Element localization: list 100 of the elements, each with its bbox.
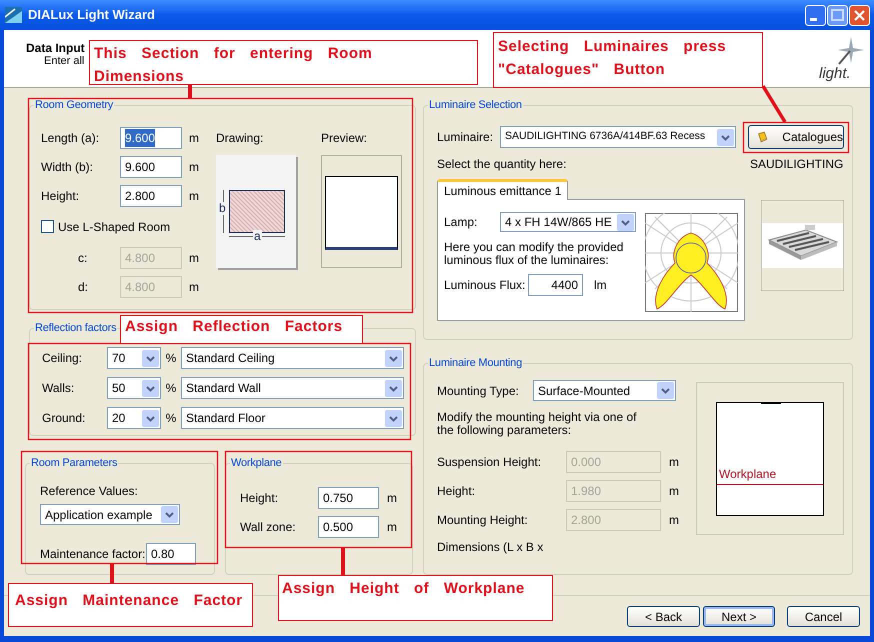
chevron-down-icon xyxy=(385,380,402,396)
unit-label: m xyxy=(189,158,199,176)
wizard-button[interactable]: < Back xyxy=(627,606,700,627)
close-icon[interactable] xyxy=(849,4,870,26)
field-label: Ground: xyxy=(42,410,86,427)
chevron-down-icon xyxy=(142,410,159,426)
unit-label: m xyxy=(189,188,199,204)
dropdown[interactable]: 20 xyxy=(107,407,161,429)
dropdown[interactable]: 50 xyxy=(107,377,161,399)
leader-line xyxy=(762,85,786,123)
group-title: Room Geometry xyxy=(34,98,114,112)
tab[interactable]: Luminous emittance 1 xyxy=(437,179,568,200)
window-title: DIALux Light Wizard xyxy=(28,6,155,24)
field-label: c: xyxy=(77,250,88,266)
field-label: Maintenance factor: xyxy=(40,546,146,563)
dropdown[interactable]: 4 x FH 14W/865 HE xyxy=(500,212,636,232)
field-label: Suspension Height: xyxy=(437,454,542,470)
input-field[interactable]: 0.80 xyxy=(146,543,196,565)
dropdown[interactable]: Standard Wall xyxy=(181,377,404,399)
field-label: Length (a): xyxy=(41,130,100,146)
annotation-callout: Assign Height of Workplane xyxy=(278,575,553,621)
input-field[interactable]: 9.600 xyxy=(120,156,182,178)
field-label: Height: xyxy=(41,188,80,204)
unit-label: m xyxy=(189,278,199,296)
field-label: Height: xyxy=(240,490,280,506)
input-field[interactable]: 2.800 xyxy=(120,184,182,206)
unit-label: m xyxy=(387,518,397,536)
field-label: Luminaire: xyxy=(437,129,494,146)
annotation-callout: Selecting Luminaires press "Catalogues" Button xyxy=(493,32,763,88)
group-title: Workplane xyxy=(230,456,283,470)
wizard-button[interactable]: Cancel xyxy=(787,606,860,627)
field-label: Dimensions (L x B x xyxy=(437,539,544,556)
field-label: Walls: xyxy=(42,380,76,397)
wizard-button[interactable]: Next > xyxy=(703,606,775,627)
workplane-label: Workplane xyxy=(719,468,776,481)
input-field[interactable]: 4400 xyxy=(528,274,583,296)
input-field[interactable]: 9.600 xyxy=(120,126,182,148)
unit-label: m xyxy=(669,512,679,528)
minimize-icon[interactable] xyxy=(805,4,826,26)
chevron-down-icon xyxy=(385,350,402,366)
field-label: Wall zone: xyxy=(240,518,297,536)
dimension-label: a xyxy=(253,230,262,243)
dimension-label: b xyxy=(219,202,226,215)
dimension-line xyxy=(229,236,285,237)
catalogues-button[interactable]: Catalogues xyxy=(748,125,844,149)
field-label: Mounting Type: xyxy=(437,382,520,400)
annotation-callout: This Section for entering Room Dimensions xyxy=(89,40,478,85)
checkbox[interactable] xyxy=(41,220,54,233)
app-icon xyxy=(5,7,22,23)
chevron-down-icon xyxy=(717,128,734,146)
field-label: Preview: xyxy=(321,130,368,147)
input-field[interactable]: 0.750 xyxy=(318,486,379,508)
field-label: Use L-Shaped Room xyxy=(58,218,170,236)
field-label: Mounting Height: xyxy=(437,512,529,528)
field-label: SAUDILIGHTING xyxy=(750,156,844,173)
field-label: Width (b): xyxy=(41,158,94,176)
chevron-down-icon xyxy=(617,214,634,230)
annotation-callout: Assign Maintenance Factor xyxy=(8,583,253,627)
field-label: Ceiling: xyxy=(42,350,84,367)
chevron-down-icon xyxy=(142,380,159,396)
percent-label: % xyxy=(164,350,178,367)
percent-label: % xyxy=(164,410,178,427)
chevron-down-icon xyxy=(385,410,402,426)
unit-label: lm xyxy=(594,277,607,294)
unit-label: m xyxy=(189,130,199,146)
field-label: d: xyxy=(77,278,90,296)
input-field[interactable]: 0.500 xyxy=(318,516,379,538)
help-text: Modify the mounting height via one of the following parameters: xyxy=(437,411,637,437)
header-subtitle: Enter all xyxy=(44,54,84,69)
field-label: Reference Values: xyxy=(40,483,139,500)
field-label: Height: xyxy=(437,482,476,500)
dropdown[interactable]: 70 xyxy=(107,347,161,369)
floor-plan-rectangle xyxy=(229,190,285,233)
logo-text: light. xyxy=(819,64,851,84)
leader-line xyxy=(110,563,114,583)
unit-label: m xyxy=(189,250,199,266)
field-label: Lamp: xyxy=(444,214,478,231)
unit-label: m xyxy=(387,490,397,506)
maximize-icon[interactable] xyxy=(827,4,848,26)
chevron-down-icon xyxy=(161,506,178,523)
chevron-down-icon xyxy=(142,350,159,366)
leader-line xyxy=(188,85,192,98)
dropdown[interactable]: Standard Ceiling xyxy=(181,347,404,369)
leader-line xyxy=(341,547,345,575)
unit-label: m xyxy=(669,482,679,500)
header-title: Data Input xyxy=(26,40,85,56)
percent-label: % xyxy=(164,380,178,397)
unit-label: m xyxy=(669,454,679,470)
dropdown[interactable]: Surface-Mounted xyxy=(533,380,676,401)
field-label: Select the quantity here: xyxy=(437,156,568,173)
dropdown[interactable]: SAUDILIGHTING 6736A/414BF.63 Recess xyxy=(500,126,736,148)
annotation-callout: Assign Reflection Factors xyxy=(120,315,363,344)
group-title: Luminaire Mounting xyxy=(428,356,524,370)
dropdown[interactable]: Application example xyxy=(40,504,180,525)
dropdown[interactable]: Standard Floor xyxy=(181,407,404,429)
help-text: Here you can modify the provided luminous flux of the luminaires: xyxy=(444,241,624,267)
book-icon xyxy=(757,130,768,144)
field-label: Luminous Flux: xyxy=(444,277,526,294)
field-label: Drawing: xyxy=(216,130,264,147)
chevron-down-icon xyxy=(657,382,674,399)
